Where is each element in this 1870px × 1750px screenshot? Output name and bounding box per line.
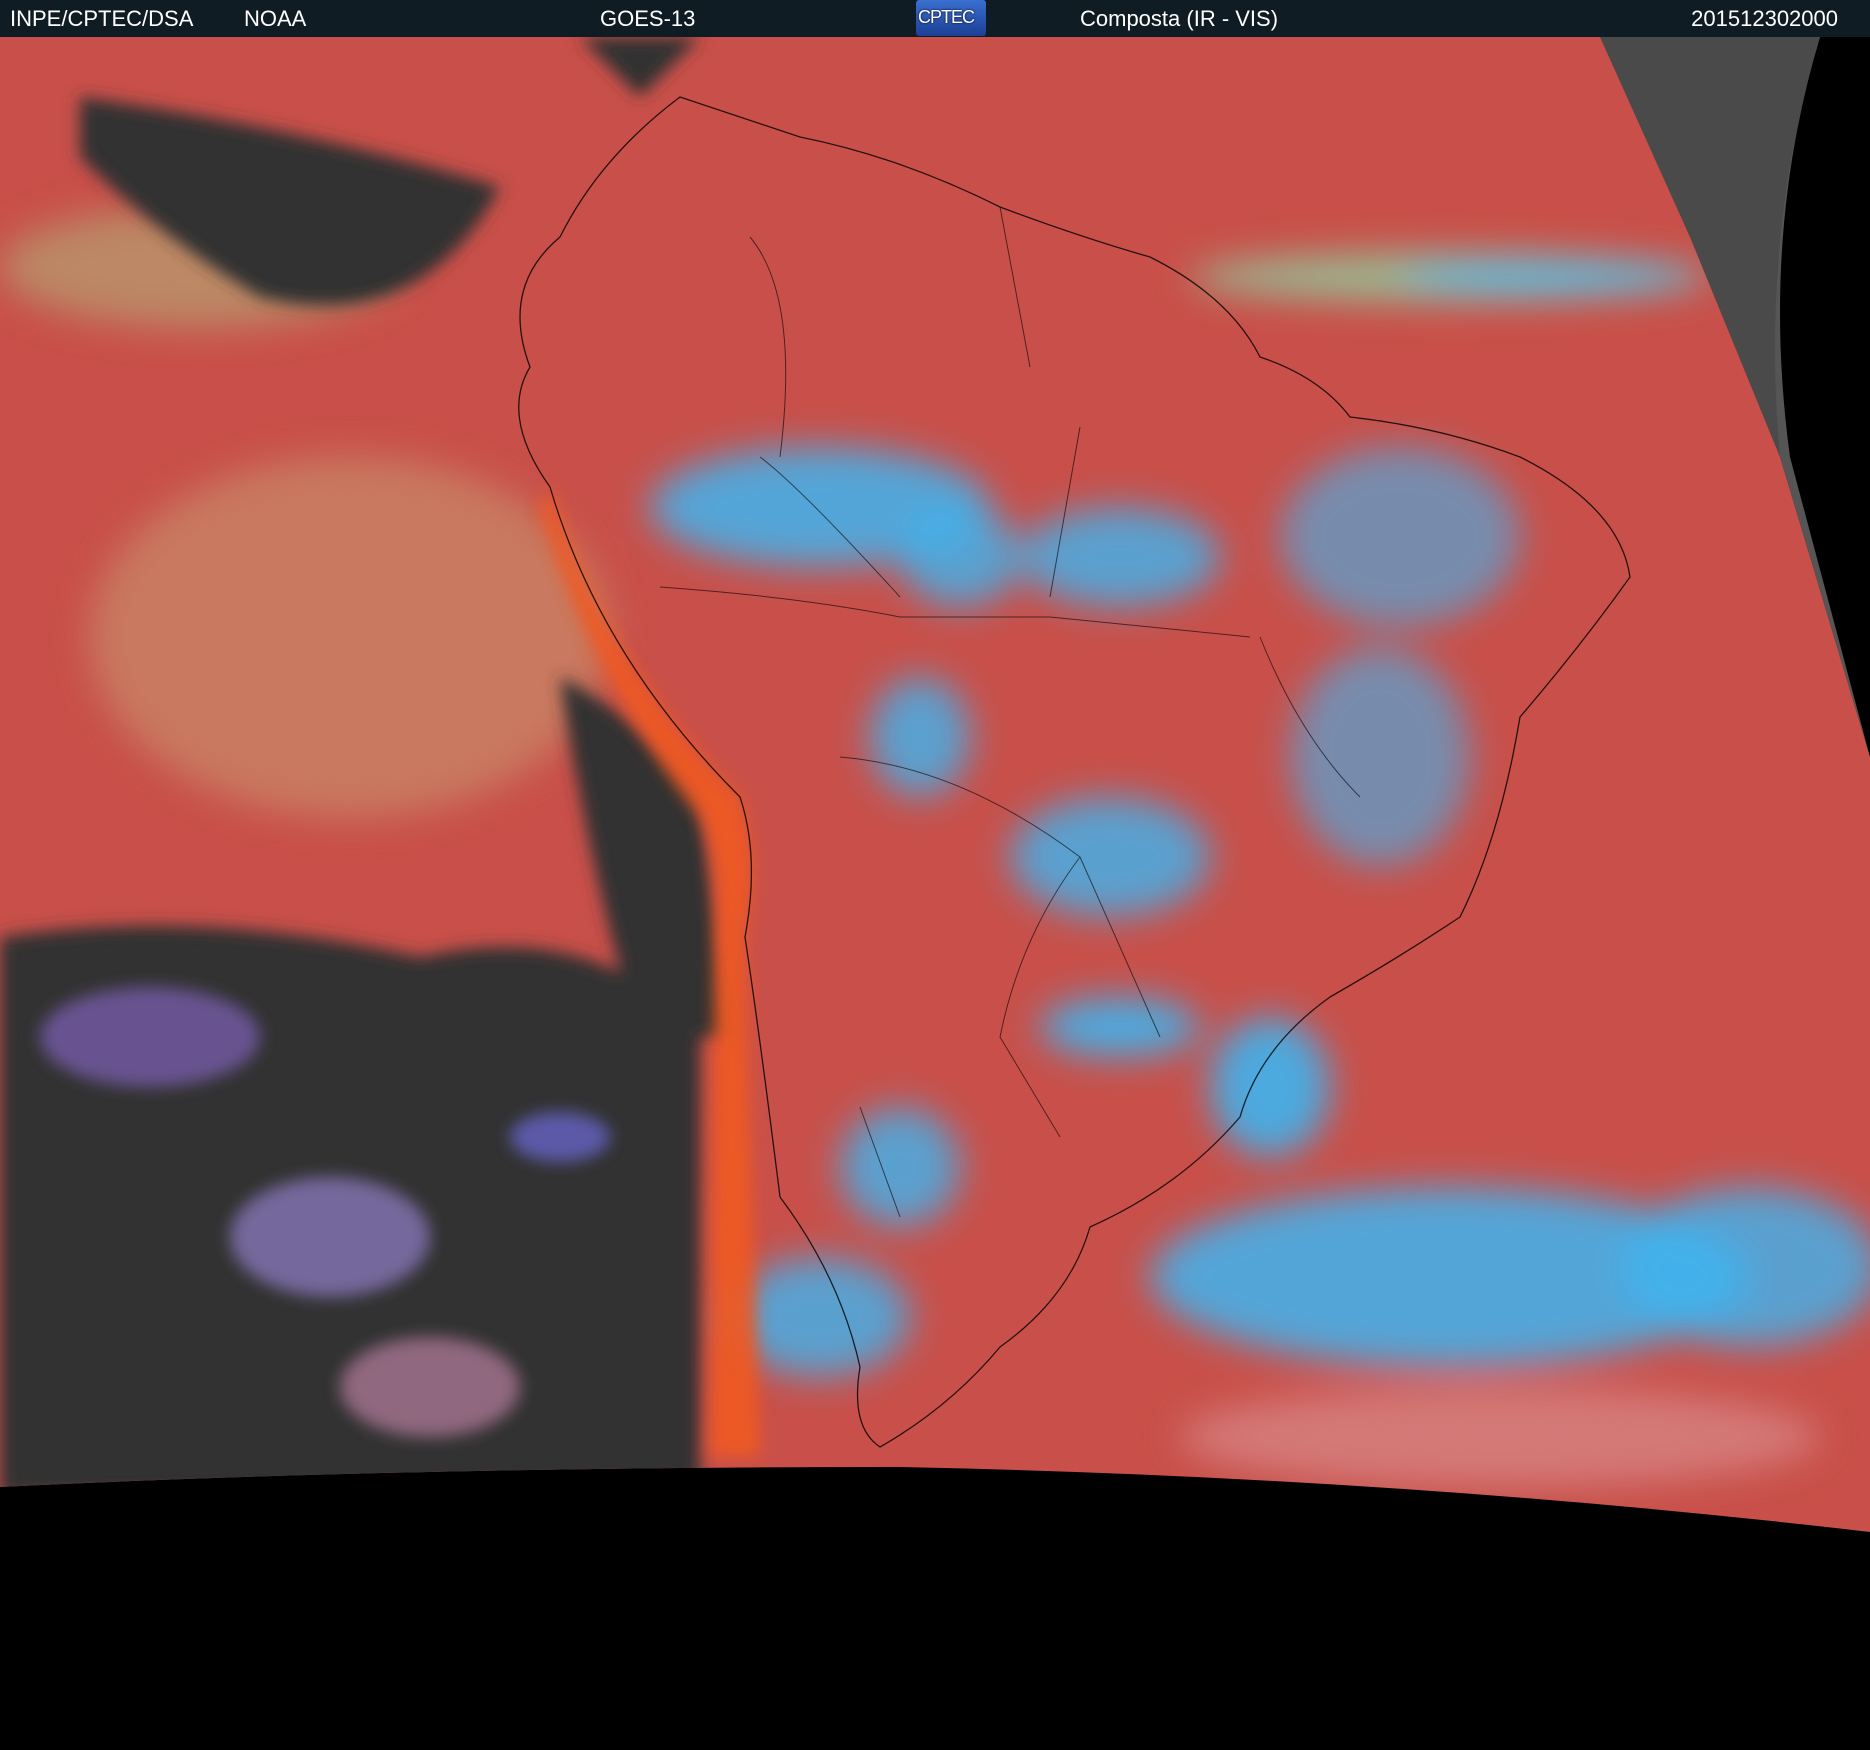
product-label: Composta (IR - VIS) [1080, 6, 1279, 31]
partner-label: NOAA [244, 6, 307, 31]
agency-label: INPE/CPTEC/DSA [10, 6, 194, 31]
header-bar: INPE/CPTEC/DSA NOAA GOES-13 CPTEC Compos… [0, 0, 1870, 37]
satellite-image [0, 37, 1870, 1750]
satellite-label: GOES-13 [600, 6, 696, 31]
timestamp-label: 201512302000 [1691, 6, 1838, 31]
cptec-logo: CPTEC [916, 0, 986, 36]
